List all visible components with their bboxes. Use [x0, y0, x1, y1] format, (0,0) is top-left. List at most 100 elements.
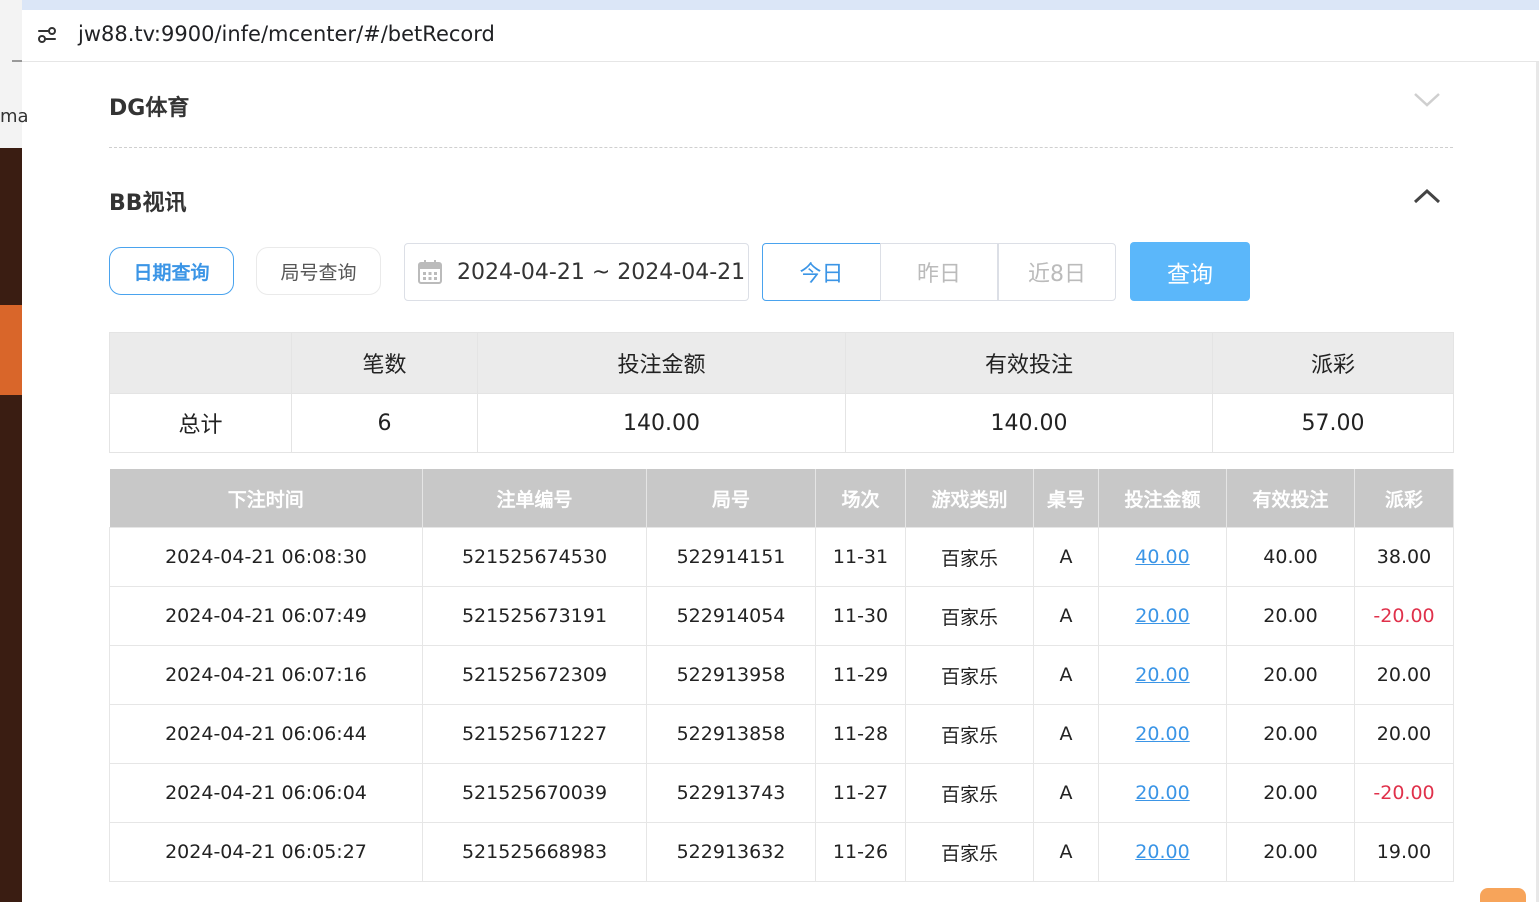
round-id-cell: 522913743 [646, 763, 816, 823]
summary-cell: 140.00 [477, 393, 846, 453]
bet-amount-link[interactable]: 20.00 [1098, 645, 1227, 705]
summary-header-cell: 笔数 [291, 332, 478, 394]
game-type-cell: 百家乐 [905, 704, 1034, 764]
bet-amount-link[interactable]: 20.00 [1098, 704, 1227, 764]
session-cell: 11-26 [815, 822, 906, 882]
column-header: 下注时间 [109, 469, 423, 528]
date-range-picker[interactable]: 2024-04-21 ~ 2024-04-21 [404, 243, 749, 301]
chevron-up-icon[interactable] [1412, 186, 1442, 210]
chevron-down-icon[interactable] [1412, 90, 1442, 114]
tab-date-query[interactable]: 日期查询 [109, 247, 234, 295]
valid-bet-cell: 40.00 [1226, 527, 1355, 587]
table-row: 2024-04-21 06:06:04 521525670039 5229137… [109, 763, 1454, 823]
tab-round-query[interactable]: 局号查询 [256, 247, 381, 295]
session-cell: 11-27 [815, 763, 906, 823]
game-type-cell: 百家乐 [905, 645, 1034, 705]
bet-time-cell: 2024-04-21 06:07:16 [109, 645, 423, 705]
summary-header-cell [109, 332, 292, 394]
payout-cell: -20.00 [1354, 586, 1454, 646]
order-id-cell: 521525673191 [422, 586, 647, 646]
payout-cell: -20.00 [1354, 763, 1454, 823]
column-header: 注单编号 [422, 469, 647, 528]
table-row: 2024-04-21 06:08:30 521525674530 5229141… [109, 527, 1454, 587]
payout-cell: 20.00 [1354, 704, 1454, 764]
quick-8days-button[interactable]: 近8日 [998, 243, 1116, 301]
bet-amount-link[interactable]: 20.00 [1098, 763, 1227, 823]
valid-bet-cell: 20.00 [1226, 586, 1355, 646]
bet-time-cell: 2024-04-21 06:06:44 [109, 704, 423, 764]
summary-cell: 6 [291, 393, 478, 453]
address-bar[interactable]: jw88.tv:9900/infe/mcenter/#/betRecord [22, 0, 1539, 62]
round-id-cell: 522913632 [646, 822, 816, 882]
payout-cell: 19.00 [1354, 822, 1454, 882]
order-id-cell: 521525672309 [422, 645, 647, 705]
game-type-cell: 百家乐 [905, 527, 1034, 587]
round-id-cell: 522914151 [646, 527, 816, 587]
summary-cell: 57.00 [1212, 393, 1454, 453]
bet-time-cell: 2024-04-21 06:08:30 [109, 527, 423, 587]
round-id-cell: 522913958 [646, 645, 816, 705]
summary-cell: 140.00 [845, 393, 1213, 453]
date-range-text: 2024-04-21 ~ 2024-04-21 [457, 259, 746, 285]
background-window-strip: ma [0, 0, 29, 902]
bet-amount-link[interactable]: 40.00 [1098, 527, 1227, 587]
order-id-cell: 521525668983 [422, 822, 647, 882]
table-no-cell: A [1033, 704, 1099, 764]
table-no-cell: A [1033, 822, 1099, 882]
column-header: 局号 [646, 469, 816, 528]
column-header: 有效投注 [1226, 469, 1355, 528]
table-no-cell: A [1033, 763, 1099, 823]
table-no-cell: A [1033, 645, 1099, 705]
quick-yesterday-button[interactable]: 昨日 [880, 243, 998, 301]
bet-time-cell: 2024-04-21 06:06:04 [109, 763, 423, 823]
game-type-cell: 百家乐 [905, 822, 1034, 882]
table-no-cell: A [1033, 586, 1099, 646]
column-header: 游戏类别 [905, 469, 1034, 528]
round-id-cell: 522913858 [646, 704, 816, 764]
valid-bet-cell: 20.00 [1226, 822, 1355, 882]
bet-record-panel: DG体育 BB视讯 日期查询 局号查询 2024-04-21 ~ 2024-04… [22, 62, 1536, 902]
valid-bet-cell: 20.00 [1226, 704, 1355, 764]
session-cell: 11-31 [815, 527, 906, 587]
payout-cell: 38.00 [1354, 527, 1454, 587]
quick-today-button[interactable]: 今日 [762, 243, 881, 301]
records-header-row: 下注时间 注单编号 局号 场次 游戏类别 桌号 投注金额 有效投注 派彩 [109, 469, 1454, 528]
order-id-cell: 521525671227 [422, 704, 647, 764]
summary-table: 笔数 投注金额 有效投注 派彩 总计 6 140.00 140.00 57.00 [109, 332, 1454, 453]
query-button[interactable]: 查询 [1130, 242, 1250, 301]
column-header: 派彩 [1354, 469, 1454, 528]
game-type-cell: 百家乐 [905, 763, 1034, 823]
column-header: 桌号 [1033, 469, 1099, 528]
table-no-cell: A [1033, 527, 1099, 587]
summary-header-cell: 派彩 [1212, 332, 1454, 394]
session-cell: 11-29 [815, 645, 906, 705]
summary-header-cell: 投注金额 [477, 332, 846, 394]
table-row: 2024-04-21 06:07:49 521525673191 5229140… [109, 586, 1454, 646]
floating-widget-icon[interactable] [1480, 888, 1526, 902]
bet-amount-link[interactable]: 20.00 [1098, 822, 1227, 882]
game-type-cell: 百家乐 [905, 586, 1034, 646]
section-title-dg[interactable]: DG体育 [109, 90, 189, 122]
session-cell: 11-30 [815, 586, 906, 646]
session-cell: 11-28 [815, 704, 906, 764]
bet-time-cell: 2024-04-21 06:05:27 [109, 822, 423, 882]
order-id-cell: 521525670039 [422, 763, 647, 823]
table-row: 2024-04-21 06:05:27 521525668983 5229136… [109, 822, 1454, 882]
round-id-cell: 522914054 [646, 586, 816, 646]
url-text[interactable]: jw88.tv:9900/infe/mcenter/#/betRecord [78, 22, 495, 46]
bet-amount-link[interactable]: 20.00 [1098, 586, 1227, 646]
column-header: 投注金额 [1098, 469, 1227, 528]
table-row: 2024-04-21 06:06:44 521525671227 5229138… [109, 704, 1454, 764]
bet-records-table: 下注时间 注单编号 局号 场次 游戏类别 桌号 投注金额 有效投注 派彩 202… [109, 469, 1454, 882]
summary-cell: 总计 [109, 393, 292, 453]
summary-header-row: 笔数 投注金额 有效投注 派彩 [109, 332, 1454, 394]
table-row: 2024-04-21 06:07:16 521525672309 5229139… [109, 645, 1454, 705]
section-title-bb[interactable]: BB视讯 [109, 185, 187, 217]
valid-bet-cell: 20.00 [1226, 763, 1355, 823]
section-divider [109, 147, 1453, 148]
valid-bet-cell: 20.00 [1226, 645, 1355, 705]
column-header: 场次 [815, 469, 906, 528]
summary-header-cell: 有效投注 [845, 332, 1213, 394]
site-settings-icon[interactable] [34, 22, 60, 48]
calendar-icon [417, 259, 443, 285]
